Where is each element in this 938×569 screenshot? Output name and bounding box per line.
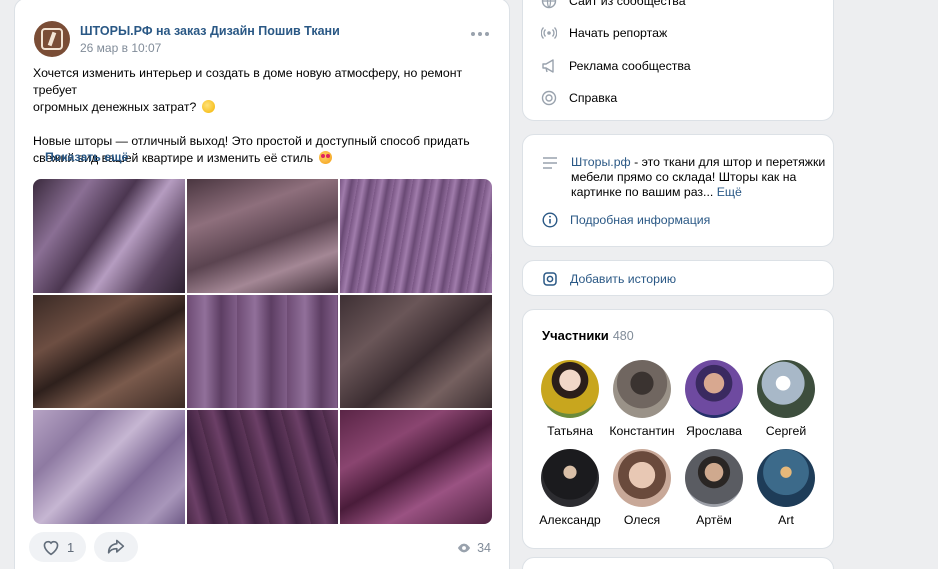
member-name: Ярослава: [686, 424, 742, 438]
member-name: Олеся: [623, 513, 661, 527]
post-text-line: Хочется изменить интерьер и создать в до…: [33, 66, 463, 97]
menu-item-label: Справка: [569, 91, 618, 105]
eye-icon: [457, 543, 471, 553]
member-name: Art: [778, 513, 794, 527]
member-avatar: [757, 449, 815, 507]
member-avatar: [541, 449, 599, 507]
post-card: ШТОРЫ.РФ на заказ Дизайн Пошив Ткани 26 …: [14, 0, 510, 569]
member-avatar: [685, 360, 743, 418]
description-text: Шторы.рф - это ткани для штор и перетяжк…: [571, 155, 826, 200]
member-item[interactable]: Art: [749, 449, 823, 527]
member-avatar: [757, 360, 815, 418]
globe-icon: [541, 0, 557, 9]
gallery-photo[interactable]: [33, 410, 185, 524]
info-icon: [542, 212, 558, 228]
description-more-link[interactable]: Ещё: [717, 185, 742, 199]
post-date[interactable]: 26 мар в 10:07: [80, 41, 161, 55]
member-name: Александр: [539, 513, 601, 527]
views-count: 34: [477, 541, 491, 555]
broadcast-icon: [541, 27, 557, 39]
heart-icon: [43, 540, 59, 556]
gallery-photo[interactable]: [340, 295, 492, 408]
views-counter: 34: [457, 541, 491, 555]
like-button[interactable]: 1: [29, 532, 87, 562]
community-menu: Сайт из сообщества Начать репортаж Рекла…: [522, 0, 834, 121]
gallery-photo[interactable]: [33, 295, 185, 408]
photo-gallery: [33, 179, 492, 524]
camera-icon: [543, 272, 557, 286]
menu-item-broadcast[interactable]: Начать репортаж: [541, 23, 667, 43]
member-item[interactable]: Александр: [533, 449, 607, 527]
members-count: 480: [612, 329, 634, 343]
member-avatar: [685, 449, 743, 507]
member-item[interactable]: Ярослава: [677, 360, 751, 438]
gallery-photo[interactable]: [340, 179, 492, 293]
like-count: 1: [67, 539, 75, 555]
gallery-photo[interactable]: [340, 410, 492, 524]
members-title-label: Участники: [542, 328, 609, 343]
menu-item-advertising[interactable]: Реклама сообщества: [541, 56, 691, 76]
post-actions: 1: [29, 532, 139, 562]
gallery-photo[interactable]: [187, 295, 338, 408]
member-item[interactable]: Артём: [677, 449, 751, 527]
community-description: Шторы.рф - это ткани для штор и перетяжк…: [522, 134, 834, 247]
gallery-photo[interactable]: [33, 179, 185, 293]
heart-eyes-emoji-icon: [318, 151, 332, 164]
member-avatar: [541, 360, 599, 418]
add-story-label: Добавить историю: [570, 272, 677, 286]
share-button[interactable]: [94, 532, 139, 562]
community-link[interactable]: Шторы.рф: [571, 155, 631, 169]
member-avatar: [613, 449, 671, 507]
party-face-emoji-icon: [201, 100, 215, 113]
more-options-icon[interactable]: [471, 31, 489, 37]
gallery-photo[interactable]: [187, 179, 338, 293]
add-story-button[interactable]: Добавить историю: [542, 269, 676, 289]
menu-item-label: Реклама сообщества: [569, 59, 691, 73]
post-author-link[interactable]: ШТОРЫ.РФ на заказ Дизайн Пошив Ткани: [80, 24, 340, 38]
share-icon: [108, 539, 125, 554]
member-name: Сергей: [765, 424, 807, 438]
megaphone-icon: [542, 59, 554, 73]
member-name: Татьяна: [547, 424, 593, 438]
post-text-line: Новые шторы — отличный выход! Это просто…: [33, 134, 470, 148]
post-text-line: огромных денежных затрат?: [33, 100, 197, 114]
menu-item-label: Начать репортаж: [569, 26, 668, 40]
help-icon: [541, 90, 557, 106]
member-name: Константин: [609, 424, 675, 438]
community-avatar[interactable]: [34, 21, 70, 57]
members-card: Участники 480 Татьяна Константин Ярослава…: [522, 309, 834, 549]
member-item[interactable]: Константин: [605, 360, 679, 438]
member-avatar: [613, 360, 671, 418]
add-story-card[interactable]: Добавить историю: [522, 260, 834, 296]
details-label: Подробная информация: [570, 213, 711, 227]
menu-item-label: Сайт из сообщества: [569, 0, 686, 8]
member-item[interactable]: Татьяна: [533, 360, 607, 438]
member-item[interactable]: Сергей: [749, 360, 823, 438]
next-card: [522, 557, 834, 569]
menu-item-help[interactable]: Справка: [541, 88, 617, 108]
show-more-link[interactable]: Показать ещё: [45, 150, 128, 164]
member-name: Артём: [696, 513, 732, 527]
gallery-photo[interactable]: [187, 410, 338, 524]
member-item[interactable]: Олеся: [605, 449, 679, 527]
menu-item-site[interactable]: Сайт из сообщества: [541, 0, 686, 11]
details-link[interactable]: Подробная информация: [542, 210, 710, 230]
text-lines-icon: [543, 157, 557, 169]
members-title[interactable]: Участники 480: [542, 328, 634, 343]
